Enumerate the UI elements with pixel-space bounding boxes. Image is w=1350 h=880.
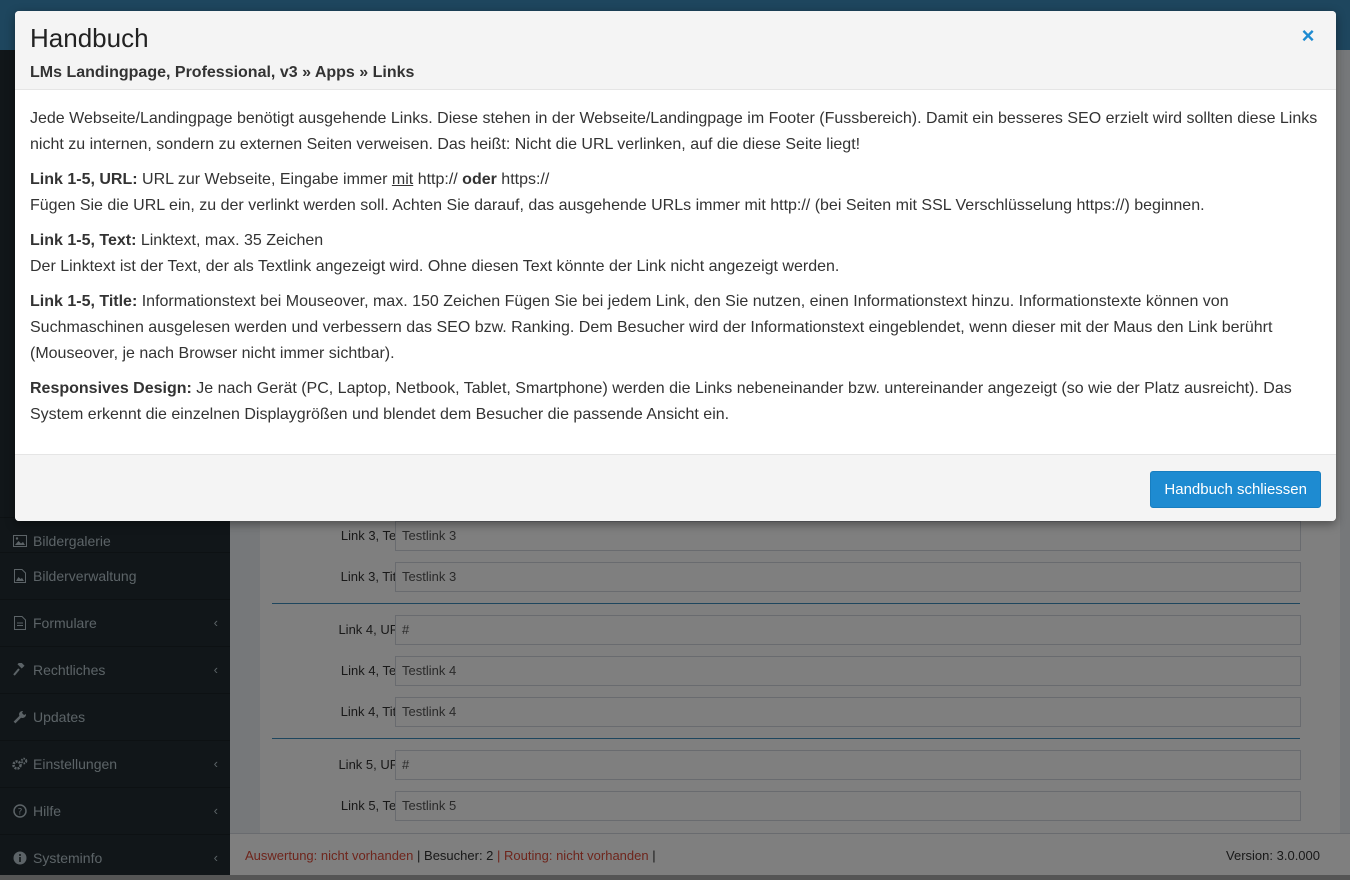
breadcrumb-item: LMs Landingpage, Professional, v3 [30,64,298,81]
close-icon[interactable]: × [1296,24,1320,48]
modal-footer: Handbuch schliessen [15,454,1336,521]
url-mit-underlined: mit [391,171,414,188]
responsive-section: Responsives Design: Je nach Gerät (PC, L… [30,376,1320,428]
intro-paragraph: Jede Webseite/Landingpage benötigt ausge… [30,110,1318,153]
text-section: Link 1-5, Text: Linktext, max. 35 Zeiche… [30,228,1320,280]
url-section: Link 1-5, URL: URL zur Webseite, Eingabe… [30,167,1320,219]
text-description: Der Linktext ist der Text, der als Textl… [30,258,840,275]
breadcrumb-item: Apps [314,64,355,81]
section-heading: Responsives Design: [30,380,192,397]
responsive-description: Je nach Gerät (PC, Laptop, Netbook, Tabl… [30,380,1292,423]
section-heading: Link 1-5, URL: [30,171,138,188]
breadcrumb-separator: » [302,64,311,81]
title-section: Link 1-5, Title: Informationstext bei Mo… [30,289,1320,367]
url-http: http:// [417,171,458,188]
url-https: https:// [501,171,550,188]
handbuch-modal: Handbuch LMs Landingpage, Professional, … [15,11,1336,521]
breadcrumb-separator: » [359,64,369,81]
url-text: URL zur Webseite, Eingabe immer [142,171,388,188]
breadcrumb: LMs Landingpage, Professional, v3 » Apps… [30,64,414,82]
close-manual-button[interactable]: Handbuch schliessen [1150,471,1321,508]
url-description: Fügen Sie die URL ein, zu der verlinkt w… [30,197,1205,214]
text-limit: Linktext, max. 35 Zeichen [140,232,324,249]
title-description: Informationstext bei Mouseover, max. 150… [30,293,1273,362]
breadcrumb-item: Links [372,64,415,81]
modal-title: Handbuch [30,23,149,53]
url-oder: oder [462,171,497,188]
section-heading: Link 1-5, Text: [30,232,137,249]
section-heading: Link 1-5, Title: [30,293,138,310]
modal-header: Handbuch LMs Landingpage, Professional, … [15,11,1336,90]
modal-body: Jede Webseite/Landingpage benötigt ausge… [30,106,1320,437]
